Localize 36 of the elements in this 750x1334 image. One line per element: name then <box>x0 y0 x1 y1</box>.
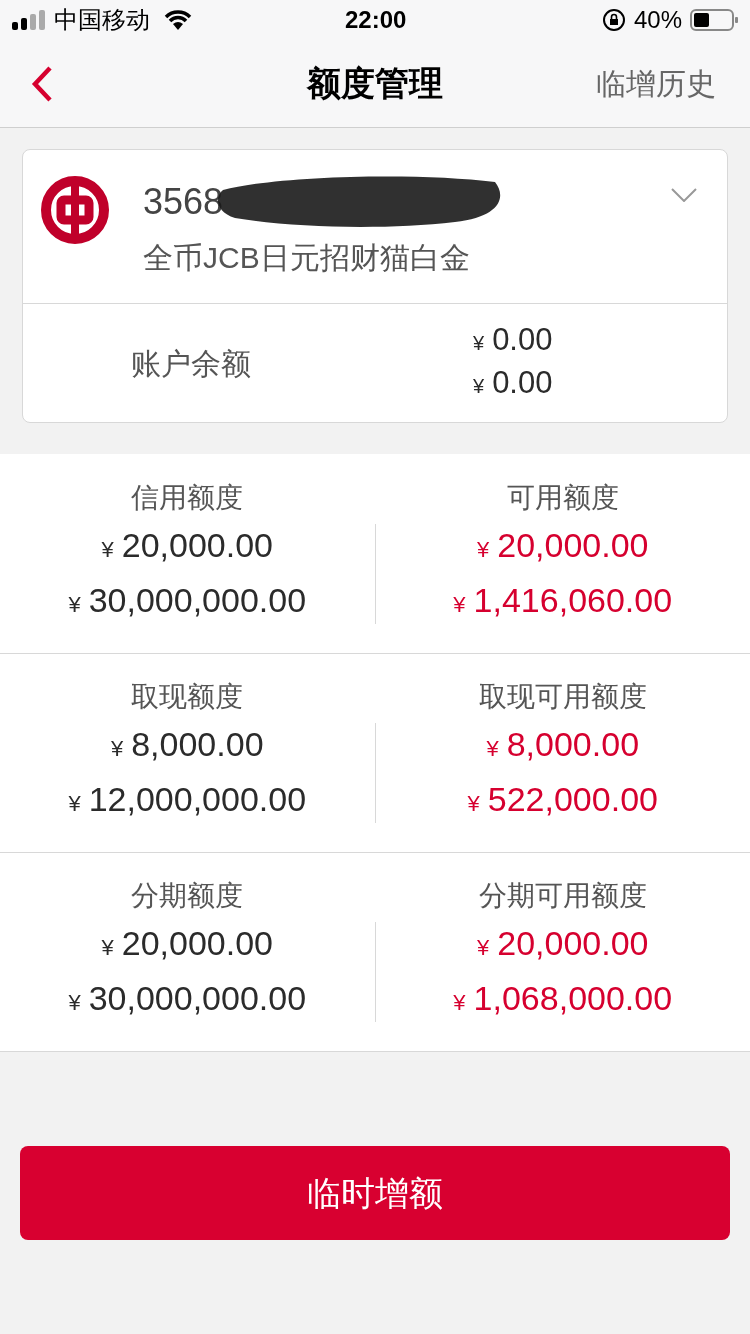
page-title: 额度管理 <box>307 63 443 104</box>
clock-time: 22:00 <box>345 5 407 35</box>
limit-amount: ¥ 1,416,060.00 <box>453 579 673 621</box>
limit-amount: ¥ 522,000.00 <box>467 779 658 820</box>
limit-label: 可用额度 <box>506 480 619 515</box>
limit-amount: ¥ 8,000.00 <box>486 724 640 765</box>
limit-label: 取现可用额度 <box>478 680 647 714</box>
card-name: 全币JCB日元招财猫白金 <box>143 240 471 276</box>
balance-amount: ¥ 0.00 <box>473 321 553 359</box>
battery-percent: 40% <box>633 5 682 35</box>
limit-amount: ¥ 20,000.00 <box>101 923 273 964</box>
limit-amount: ¥ 8,000.00 <box>110 724 264 765</box>
signal-icon <box>12 10 48 30</box>
limit-label: 信用额度 <box>131 480 244 515</box>
battery-icon <box>690 8 738 32</box>
limit-label: 取现额度 <box>131 680 244 714</box>
balance-label: 账户余额 <box>131 345 251 382</box>
bank-logo <box>41 176 109 244</box>
limit-label: 分期额度 <box>131 879 244 913</box>
limit-amount: ¥ 30,000,000.00 <box>68 978 307 1019</box>
wifi-icon <box>164 10 192 30</box>
limit-amount: ¥ 30,000,000.00 <box>68 579 307 621</box>
limit-label: 分期可用额度 <box>478 879 647 913</box>
limit-amount: ¥ 20,000.00 <box>477 923 649 964</box>
limit-amount: ¥ 1,068,000.00 <box>453 978 673 1019</box>
rotation-lock-icon <box>601 8 626 32</box>
limit-amount: ¥ 12,000,000.00 <box>68 779 307 820</box>
history-link[interactable]: 临增历史 <box>596 61 716 106</box>
limit-amount: ¥ 20,000.00 <box>477 524 649 566</box>
temporary-increase-button[interactable]: 临时增额 <box>20 1146 730 1240</box>
limit-amount: ¥ 20,000.00 <box>101 524 273 566</box>
carrier-name: 中国移动 <box>54 5 150 35</box>
balance-amount: ¥ 0.00 <box>473 364 553 402</box>
card-number: 3568 <box>143 180 224 224</box>
chevron-down-icon[interactable] <box>671 188 697 202</box>
back-icon[interactable] <box>30 64 54 103</box>
